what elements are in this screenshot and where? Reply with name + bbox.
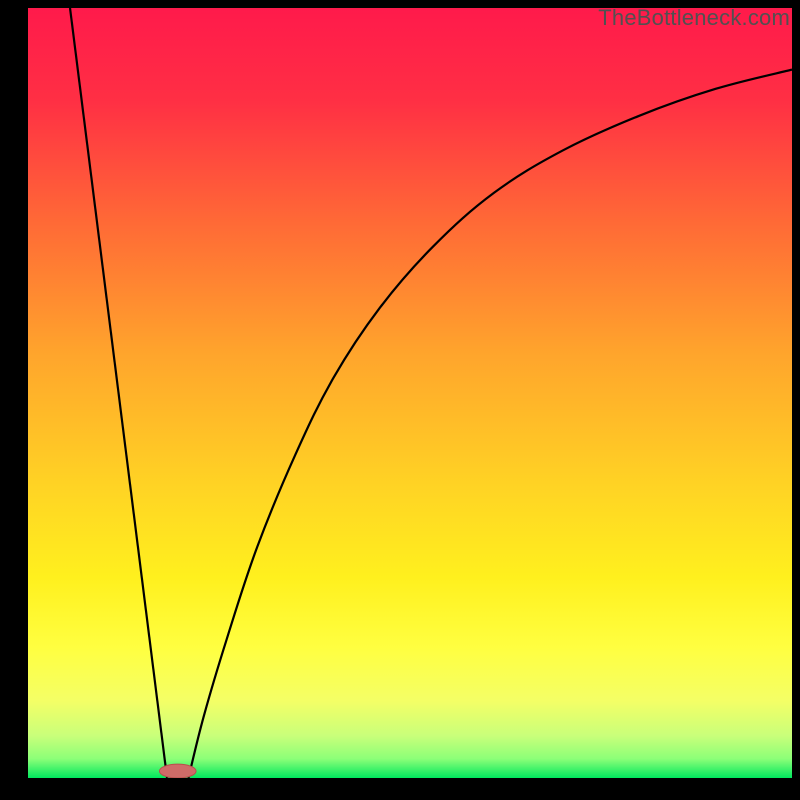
watermark-text: TheBottleneck.com <box>598 5 790 31</box>
bottleneck-chart <box>28 8 792 778</box>
chart-frame: TheBottleneck.com <box>0 0 800 800</box>
minimum-marker <box>159 764 196 778</box>
heatmap-background <box>28 8 792 778</box>
